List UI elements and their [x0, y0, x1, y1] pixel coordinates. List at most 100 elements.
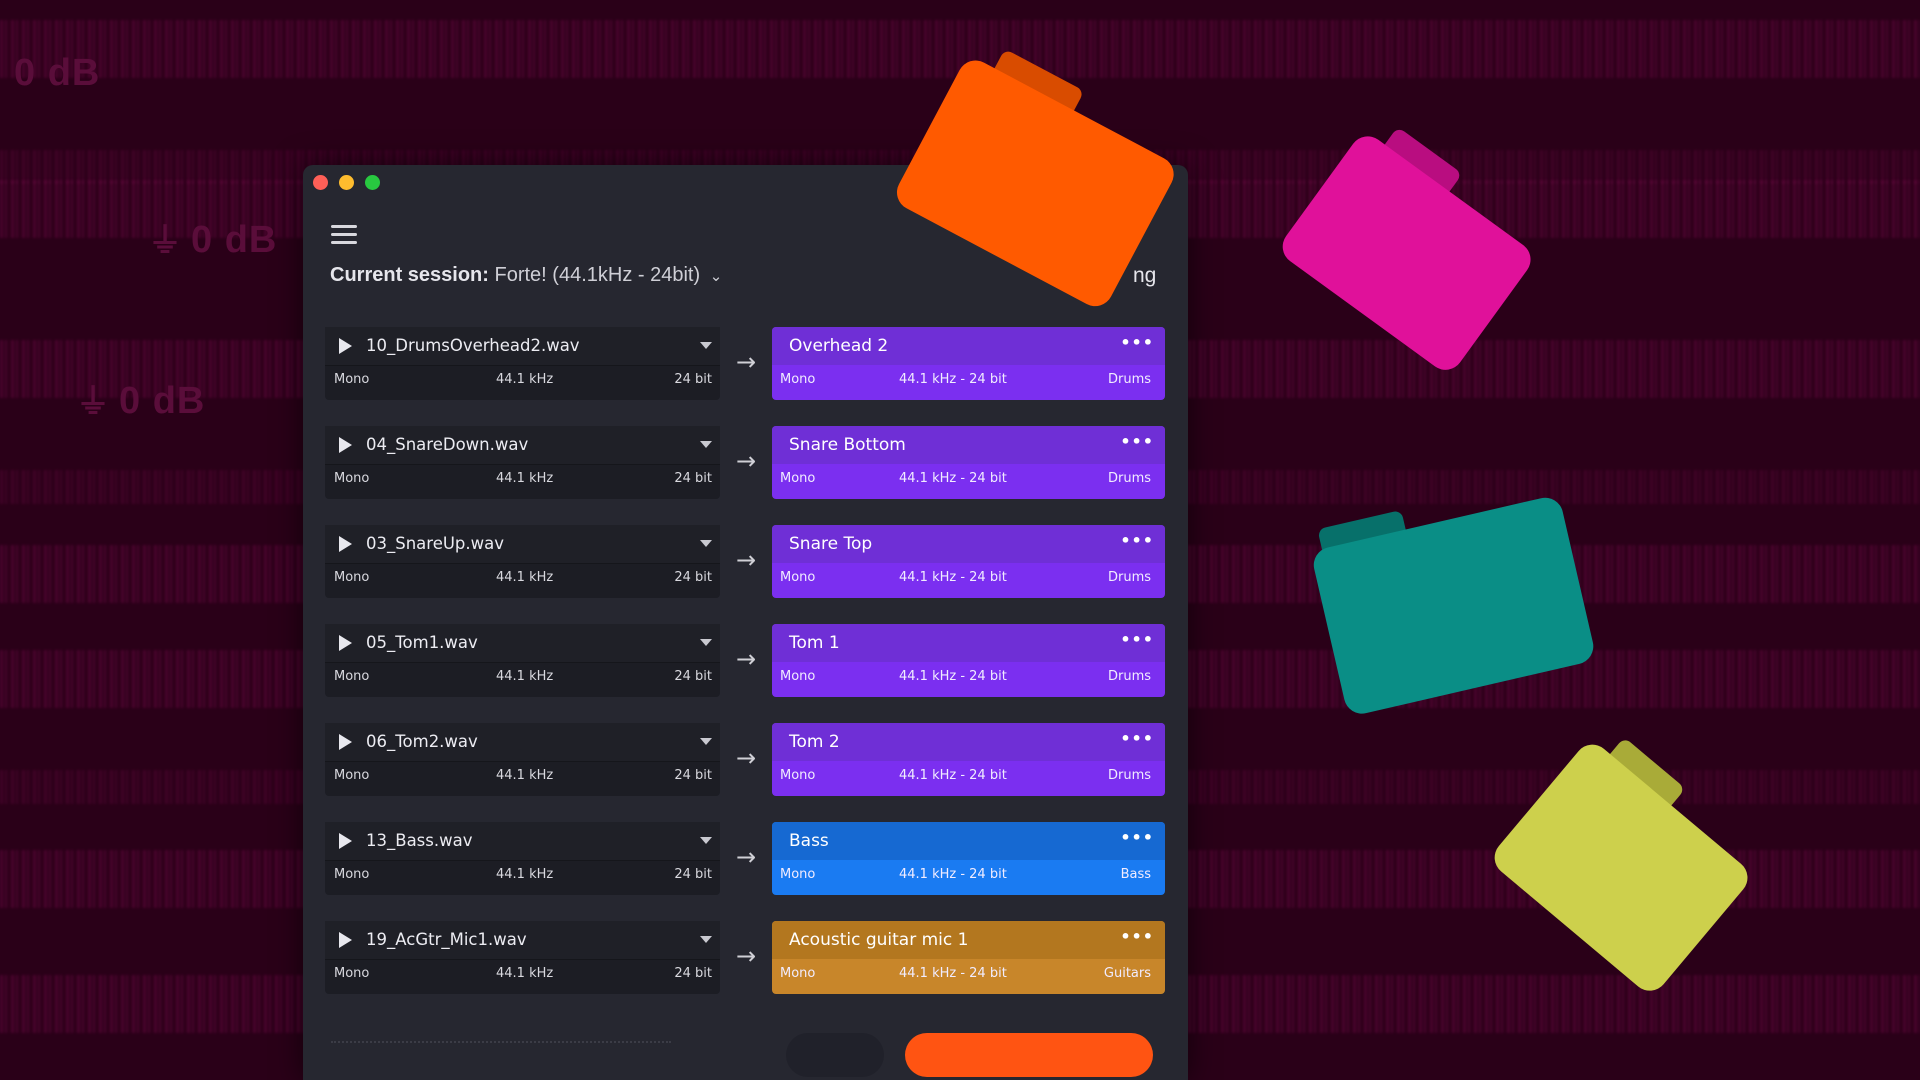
destination-track[interactable]: Acoustic guitar mic 1 ••• Mono 44.1 kHz …	[772, 921, 1165, 994]
destination-track[interactable]: Overhead 2 ••• Mono 44.1 kHz - 24 bit Dr…	[772, 327, 1165, 400]
source-bit-depth: 24 bit	[674, 570, 712, 585]
fader-icon: ⏚	[148, 222, 183, 260]
more-options-icon[interactable]: •••	[1120, 927, 1154, 946]
source-file-select[interactable]: 03_SnareUp.wav Mono 44.1 kHz 24 bit	[325, 525, 720, 598]
track-group: Drums	[1107, 372, 1151, 387]
destination-track-name: Snare Bottom	[789, 435, 906, 455]
track-channels: Mono	[780, 669, 816, 684]
mapping-row: 13_Bass.wav Mono 44.1 kHz 24 bit → Bass …	[325, 822, 1170, 921]
destination-track[interactable]: Snare Top ••• Mono 44.1 kHz - 24 bit Dru…	[772, 525, 1165, 598]
play-icon[interactable]	[339, 635, 352, 651]
mapping-row: 04_SnareDown.wav Mono 44.1 kHz 24 bit → …	[325, 426, 1170, 525]
secondary-button[interactable]	[786, 1033, 884, 1077]
source-bit-depth: 24 bit	[674, 768, 712, 783]
arrow-right-icon: →	[735, 546, 757, 574]
mapping-row: 19_AcGtr_Mic1.wav Mono 44.1 kHz 24 bit →…	[325, 921, 1170, 1005]
primary-action-button[interactable]	[905, 1033, 1153, 1077]
source-file-name: 05_Tom1.wav	[366, 633, 478, 652]
source-sample-rate: 44.1 kHz	[496, 867, 554, 882]
close-window-button[interactable]	[313, 175, 328, 190]
destination-track-header: Acoustic guitar mic 1 •••	[772, 921, 1165, 959]
bottom-bar	[303, 1023, 1188, 1080]
chevron-down-icon[interactable]	[700, 738, 712, 745]
source-sample-rate: 44.1 kHz	[496, 966, 554, 981]
hamburger-menu-icon[interactable]	[331, 225, 357, 245]
destination-track[interactable]: Tom 2 ••• Mono 44.1 kHz - 24 bit Drums	[772, 723, 1165, 796]
mapping-row: 06_Tom2.wav Mono 44.1 kHz 24 bit → Tom 2…	[325, 723, 1170, 822]
source-file-name: 19_AcGtr_Mic1.wav	[366, 930, 527, 949]
track-channels: Mono	[780, 867, 816, 882]
source-file-select[interactable]: 19_AcGtr_Mic1.wav Mono 44.1 kHz 24 bit	[325, 921, 720, 994]
more-options-icon[interactable]: •••	[1120, 333, 1154, 352]
destination-track[interactable]: Snare Bottom ••• Mono 44.1 kHz - 24 bit …	[772, 426, 1165, 499]
more-options-icon[interactable]: •••	[1120, 531, 1154, 550]
track-format: 44.1 kHz - 24 bit	[899, 867, 1007, 882]
bottom-status-text	[331, 1041, 671, 1053]
chevron-down-icon[interactable]	[700, 639, 712, 646]
session-label: Current session:	[330, 264, 489, 286]
source-channels: Mono	[334, 372, 370, 387]
track-channels: Mono	[780, 372, 816, 387]
play-icon[interactable]	[339, 932, 352, 948]
source-file-select[interactable]: 06_Tom2.wav Mono 44.1 kHz 24 bit	[325, 723, 720, 796]
track-group: Drums	[1107, 570, 1151, 585]
source-file-select[interactable]: 05_Tom1.wav Mono 44.1 kHz 24 bit	[325, 624, 720, 697]
source-file-name: 10_DrumsOverhead2.wav	[366, 336, 580, 355]
source-file-name: 13_Bass.wav	[366, 831, 473, 850]
play-icon[interactable]	[339, 536, 352, 552]
session-value: Forte! (44.1kHz - 24bit)	[494, 264, 701, 286]
play-icon[interactable]	[339, 734, 352, 750]
more-options-icon[interactable]: •••	[1120, 630, 1154, 649]
track-format: 44.1 kHz - 24 bit	[899, 669, 1007, 684]
window-controls	[313, 175, 380, 190]
source-bit-depth: 24 bit	[674, 669, 712, 684]
chevron-down-icon[interactable]	[700, 342, 712, 349]
source-channels: Mono	[334, 768, 370, 783]
track-format: 44.1 kHz - 24 bit	[899, 768, 1007, 783]
arrow-right-icon: →	[735, 942, 757, 970]
mapping-row: 10_DrumsOverhead2.wav Mono 44.1 kHz 24 b…	[325, 327, 1170, 426]
source-channels: Mono	[334, 669, 370, 684]
arrow-right-icon: →	[735, 447, 757, 475]
chevron-down-icon: ⌄	[709, 268, 723, 285]
source-sample-rate: 44.1 kHz	[496, 471, 554, 486]
chevron-down-icon[interactable]	[700, 837, 712, 844]
chevron-down-icon[interactable]	[700, 936, 712, 943]
bg-db-label-2: ⏚ 0 dB	[148, 219, 278, 261]
source-bit-depth: 24 bit	[674, 471, 712, 486]
session-selector[interactable]: Current session: Forte! (44.1kHz - 24bit…	[330, 264, 722, 287]
destination-track-name: Snare Top	[789, 534, 873, 554]
bg-db-label-3: ⏚ 0 dB	[76, 380, 206, 422]
destination-track-name: Overhead 2	[789, 336, 889, 356]
source-file-select[interactable]: 13_Bass.wav Mono 44.1 kHz 24 bit	[325, 822, 720, 895]
bg-db-label: 0 dB	[14, 52, 101, 94]
source-file-select[interactable]: 10_DrumsOverhead2.wav Mono 44.1 kHz 24 b…	[325, 327, 720, 400]
track-channels: Mono	[780, 768, 816, 783]
destination-track[interactable]: Bass ••• Mono 44.1 kHz - 24 bit Bass	[772, 822, 1165, 895]
play-icon[interactable]	[339, 833, 352, 849]
track-group: Drums	[1107, 768, 1151, 783]
destination-track-header: Bass •••	[772, 822, 1165, 860]
destination-track-header: Snare Top •••	[772, 525, 1165, 563]
more-options-icon[interactable]: •••	[1120, 729, 1154, 748]
chevron-down-icon[interactable]	[700, 540, 712, 547]
track-format: 44.1 kHz - 24 bit	[899, 471, 1007, 486]
arrow-right-icon: →	[735, 348, 757, 376]
maximize-window-button[interactable]	[365, 175, 380, 190]
track-group: Guitars	[1103, 966, 1151, 981]
fader-icon: ⏚	[76, 383, 111, 421]
arrow-right-icon: →	[735, 744, 757, 772]
minimize-window-button[interactable]	[339, 175, 354, 190]
more-options-icon[interactable]: •••	[1120, 432, 1154, 451]
header-right-text: ng	[1133, 264, 1157, 287]
destination-track[interactable]: Tom 1 ••• Mono 44.1 kHz - 24 bit Drums	[772, 624, 1165, 697]
app-window: Current session: Forte! (44.1kHz - 24bit…	[303, 165, 1188, 1080]
source-sample-rate: 44.1 kHz	[496, 768, 554, 783]
play-icon[interactable]	[339, 437, 352, 453]
play-icon[interactable]	[339, 338, 352, 354]
source-channels: Mono	[334, 570, 370, 585]
source-file-select[interactable]: 04_SnareDown.wav Mono 44.1 kHz 24 bit	[325, 426, 720, 499]
chevron-down-icon[interactable]	[700, 441, 712, 448]
more-options-icon[interactable]: •••	[1120, 828, 1154, 847]
arrow-right-icon: →	[735, 843, 757, 871]
